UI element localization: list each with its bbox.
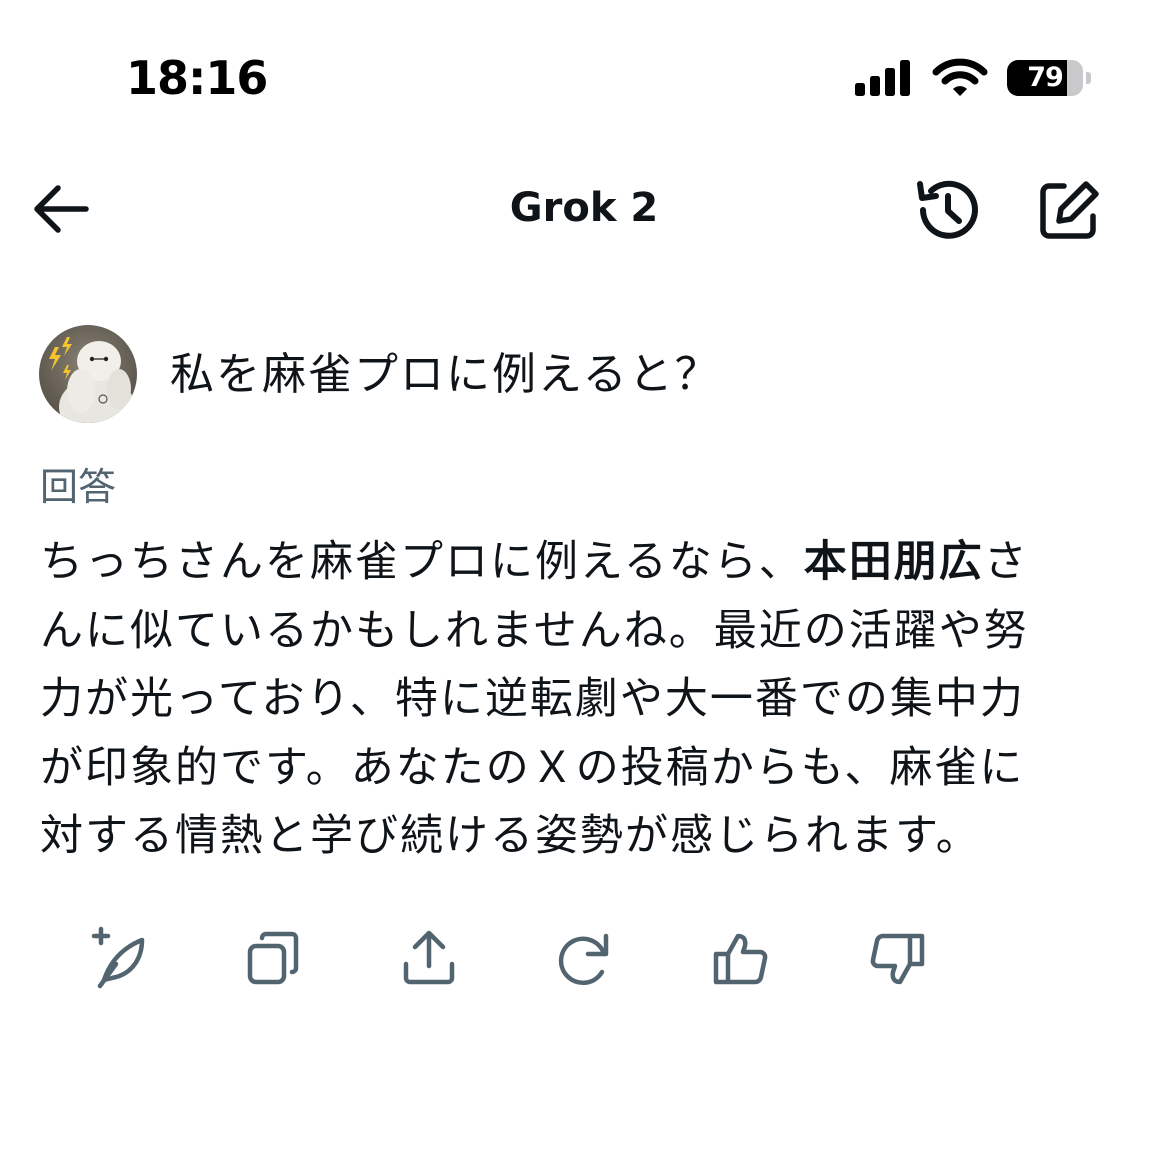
battery-cap bbox=[1086, 72, 1091, 84]
status-time: 18:16 bbox=[126, 51, 268, 105]
share-button[interactable] bbox=[396, 926, 462, 992]
arrow-left-icon bbox=[34, 185, 89, 233]
page-title: Grok 2 bbox=[509, 185, 659, 231]
copy-button[interactable] bbox=[240, 926, 306, 992]
wifi-icon bbox=[932, 58, 988, 96]
refresh-button[interactable] bbox=[552, 926, 618, 992]
thumbs-down-button[interactable] bbox=[864, 926, 930, 992]
compose-icon bbox=[1040, 181, 1099, 239]
history-button[interactable] bbox=[910, 172, 986, 248]
question-text: 私を麻雀プロに例えると？ bbox=[170, 349, 721, 400]
back-button[interactable] bbox=[28, 176, 94, 242]
response-actions bbox=[0, 926, 1169, 992]
answer-line: 力が光っており、特に逆転劇や大一番での集中力 bbox=[40, 674, 1025, 724]
thumbs-up-button[interactable] bbox=[708, 926, 774, 992]
thumbs-down-icon bbox=[870, 933, 925, 985]
feather-plus-icon bbox=[91, 926, 145, 989]
answer-line: ちっちさんを麻雀プロに例えるなら、本田朋広さ bbox=[40, 528, 1100, 597]
history-icon bbox=[917, 180, 978, 239]
answer-line: が印象的です。あなたのＸの投稿からも、麻雀に bbox=[40, 742, 1025, 793]
answer-label: 回答 bbox=[40, 465, 117, 509]
battery-level: 79 bbox=[1027, 62, 1064, 93]
user-avatar[interactable] bbox=[39, 325, 137, 423]
copy-icon bbox=[247, 931, 299, 985]
battery-indicator: 79 bbox=[1007, 60, 1091, 96]
refresh-icon bbox=[558, 933, 609, 986]
answer-text: ちっちさんを麻雀プロに例えるなら、 bbox=[40, 537, 804, 587]
regenerate-with-feather-button[interactable] bbox=[86, 926, 152, 992]
answer-body: ちっちさんを麻雀プロに例えるなら、本田朋広さ んに似ているかもしれませんね。最近… bbox=[40, 528, 1100, 871]
answer-line: 対する情熱と学び続ける姿勢が感じられます。 bbox=[40, 811, 981, 861]
answer-line: んに似ているかもしれませんね。最近の活躍や努 bbox=[40, 605, 1029, 656]
compose-button[interactable] bbox=[1034, 176, 1104, 246]
share-icon bbox=[403, 930, 455, 985]
answer-text: さ bbox=[983, 537, 1029, 587]
battery-body: 79 bbox=[1007, 60, 1083, 96]
avatar-image bbox=[39, 325, 137, 423]
cellular-signal-icon bbox=[855, 60, 910, 96]
status-icons: 79 bbox=[855, 58, 1095, 98]
thumbs-up-icon bbox=[713, 933, 768, 985]
answer-highlight: 本田朋広 bbox=[803, 537, 984, 587]
